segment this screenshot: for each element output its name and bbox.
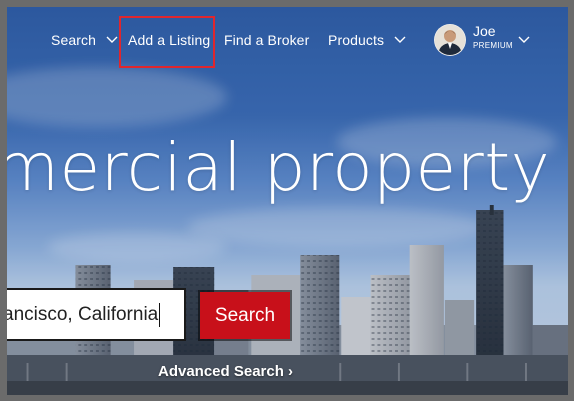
nav-find-broker-label: Find a Broker bbox=[224, 32, 310, 48]
hero-headline: ommercial property bbox=[0, 129, 551, 206]
search-input-value: ancisco, California bbox=[7, 303, 159, 325]
chevron-down-icon bbox=[394, 36, 406, 43]
nav-search-label: Search bbox=[51, 32, 96, 48]
advanced-search-link[interactable]: Advanced Search › bbox=[158, 363, 293, 380]
top-nav: Search Add a Listing Find a Broker Produ… bbox=[7, 7, 568, 77]
nav-search[interactable]: Search bbox=[51, 32, 118, 48]
nav-products-label: Products bbox=[328, 32, 385, 48]
user-tier: PREMIUM bbox=[473, 41, 513, 50]
nav-products[interactable]: Products bbox=[328, 32, 406, 48]
highlight-box bbox=[119, 16, 215, 68]
avatar[interactable] bbox=[434, 24, 466, 56]
text-caret bbox=[159, 302, 161, 327]
location-search-input[interactable]: ancisco, California bbox=[7, 288, 186, 341]
screenshot-frame: Search Add a Listing Find a Broker Produ… bbox=[0, 0, 574, 401]
chevron-down-icon[interactable] bbox=[518, 36, 530, 44]
avatar-photo bbox=[435, 25, 465, 55]
nav-find-broker[interactable]: Find a Broker bbox=[224, 32, 309, 48]
search-button[interactable]: Search bbox=[200, 292, 290, 339]
user-name[interactable]: Joe bbox=[473, 23, 496, 39]
chevron-down-icon bbox=[106, 36, 118, 43]
